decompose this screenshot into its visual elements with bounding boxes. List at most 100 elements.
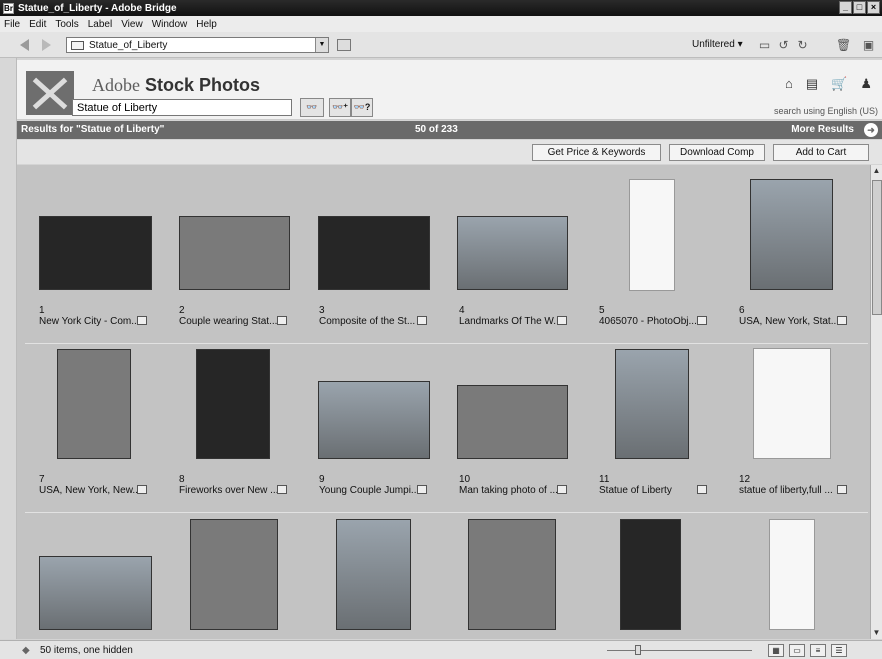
scroll-up-icon[interactable]: ▲ <box>871 165 882 177</box>
rotate-left-icon[interactable]: ↺ <box>777 38 790 52</box>
thumbnail-item-7[interactable]: 7 USA, New York, New... <box>34 347 174 507</box>
item-title: statue of liberty,full ... <box>739 485 833 496</box>
thumbnail-image[interactable] <box>769 519 815 630</box>
menu-view[interactable]: View <box>121 19 143 30</box>
thumbnail-image[interactable] <box>39 556 152 630</box>
item-title: New York City - Com... <box>39 316 140 327</box>
thumbnail-item-9[interactable]: 9 Young Couple Jumpi... <box>314 347 454 507</box>
back-arrow-icon[interactable] <box>20 39 29 51</box>
get-price-keywords-button[interactable]: Get Price & Keywords <box>532 144 661 161</box>
thumbnail-item-3[interactable]: 3 Composite of the St... <box>314 178 454 338</box>
thumbnail-item-6[interactable]: 6 USA, New York, Stat... <box>734 178 870 338</box>
stock-photos-header: Adobe Stock Photos 👓 👓⁺ 👓? ⌂ ▤ 🛒 ♟ searc… <box>17 60 882 120</box>
thumbnail-image[interactable] <box>629 179 675 291</box>
menu-edit[interactable]: Edit <box>29 19 46 30</box>
thumbnail-item-12[interactable]: 12 statue of liberty,full ... <box>734 347 870 507</box>
filter-dropdown[interactable]: Unfiltered ▾ <box>692 39 743 50</box>
thumbnail-item-10[interactable]: 10 Man taking photo of ... <box>454 347 594 507</box>
folder-path-dropdown[interactable]: Statue_of_Liberty ▼ <box>66 37 329 53</box>
search-binoculars-icon[interactable]: 👓 <box>300 98 324 117</box>
thumbnail-item-16[interactable] <box>454 516 594 639</box>
home-icon[interactable]: ⌂ <box>785 76 793 92</box>
menu-help[interactable]: Help <box>196 19 217 30</box>
thumbnail-image[interactable] <box>620 519 681 630</box>
thumbnail-item-4[interactable]: 4 Landmarks Of The W... <box>454 178 594 338</box>
downloads-icon[interactable]: ▤ <box>806 76 818 92</box>
thumbnail-item-18[interactable] <box>734 516 870 639</box>
item-title: Young Couple Jumpi... <box>319 485 420 496</box>
thumbnail-item-8[interactable]: 8 Fireworks over New ... <box>174 347 314 507</box>
thumbnail-item-15[interactable] <box>314 516 454 639</box>
scroll-down-icon[interactable]: ▼ <box>871 627 882 639</box>
go-up-folder-icon[interactable] <box>337 39 351 51</box>
item-title: USA, New York, Stat... <box>739 316 840 327</box>
account-icon[interactable]: ♟ <box>860 76 872 92</box>
menu-label[interactable]: Label <box>88 19 112 30</box>
info-icon: ◆ <box>22 645 30 656</box>
thumbnail-item-17[interactable] <box>594 516 734 639</box>
thumbnail-image[interactable] <box>468 519 556 630</box>
slider-handle[interactable] <box>635 645 641 655</box>
thumbnail-view-icon[interactable]: ▦ <box>768 644 784 657</box>
forward-arrow-icon[interactable] <box>42 39 51 51</box>
cart-icon[interactable]: 🛒 <box>831 76 847 92</box>
filmstrip-view-icon[interactable]: ▭ <box>789 644 805 657</box>
item-number: 1 <box>39 305 45 316</box>
thumbnail-image[interactable] <box>336 519 411 630</box>
add-to-cart-button[interactable]: Add to Cart <box>773 144 869 161</box>
thumbnail-item-11[interactable]: 11 Statue of Liberty <box>594 347 734 507</box>
menu-file[interactable]: File <box>4 19 20 30</box>
stock-badge-icon <box>277 485 287 494</box>
thumbnail-item-1[interactable]: 1 New York City - Com... <box>34 178 174 338</box>
stock-badge-icon <box>417 485 427 494</box>
thumbnail-image[interactable] <box>457 216 568 290</box>
maximize-button[interactable]: □ <box>853 1 866 14</box>
advanced-search-icon[interactable]: 👓⁺ <box>329 98 351 117</box>
left-panel-strip[interactable] <box>0 58 17 639</box>
thumbnail-image[interactable] <box>196 349 270 459</box>
thumbnail-image[interactable] <box>318 381 430 459</box>
adobe-stock-logo <box>26 71 74 115</box>
thumbnail-grid: 1 New York City - Com... 2 Couple wearin… <box>17 165 870 639</box>
thumbnail-item-2[interactable]: 2 Couple wearing Stat... <box>174 178 314 338</box>
thumbnail-size-slider[interactable] <box>607 650 752 651</box>
bridge-app-icon: Br <box>3 2 14 14</box>
thumbnail-image[interactable] <box>57 349 131 459</box>
thumbnail-item-13[interactable] <box>34 516 174 639</box>
item-number: 7 <box>39 474 45 485</box>
new-folder-icon[interactable]: ▭ <box>758 38 771 52</box>
item-number: 5 <box>599 305 605 316</box>
list-view-icon[interactable]: ☰ <box>831 644 847 657</box>
more-results-link[interactable]: More Results <box>791 124 854 135</box>
menu-tools[interactable]: Tools <box>55 19 78 30</box>
download-comp-button[interactable]: Download Comp <box>669 144 765 161</box>
arrow-right-icon[interactable]: ➜ <box>864 123 878 137</box>
minimize-button[interactable]: _ <box>839 1 852 14</box>
stock-search-input[interactable] <box>72 99 292 116</box>
stock-badge-icon <box>837 316 847 325</box>
thumbnail-image[interactable] <box>190 519 278 630</box>
compact-mode-icon[interactable]: ▣ <box>862 38 875 52</box>
thumbnail-image[interactable] <box>615 349 689 459</box>
thumbnail-item-14[interactable] <box>174 516 314 639</box>
menu-window[interactable]: Window <box>152 19 188 30</box>
rotate-right-icon[interactable]: ↻ <box>796 38 809 52</box>
thumbnail-image[interactable] <box>457 385 568 459</box>
thumbnail-image[interactable] <box>39 216 152 290</box>
vertical-scrollbar[interactable]: ▲ ▼ <box>870 165 882 639</box>
thumbnail-image[interactable] <box>179 216 290 290</box>
thumbnail-item-5[interactable]: 5 4065070 - PhotoObj... <box>594 178 734 338</box>
search-language[interactable]: search using English (US) <box>774 106 878 116</box>
scrollbar-thumb[interactable] <box>872 180 882 315</box>
thumbnail-image[interactable] <box>750 179 833 290</box>
close-button[interactable]: × <box>867 1 880 14</box>
delete-icon[interactable]: 🗑 <box>836 38 851 52</box>
thumbnail-image[interactable] <box>753 348 831 459</box>
status-bar: ◆ 50 items, one hidden ▦ ▭ ≡ ☰ <box>0 640 882 659</box>
thumbnail-image[interactable] <box>318 216 430 290</box>
details-view-icon[interactable]: ≡ <box>810 644 826 657</box>
chevron-down-icon[interactable]: ▼ <box>315 38 328 52</box>
item-number: 11 <box>599 474 610 485</box>
search-help-icon[interactable]: 👓? <box>351 98 373 117</box>
item-number: 9 <box>319 474 325 485</box>
